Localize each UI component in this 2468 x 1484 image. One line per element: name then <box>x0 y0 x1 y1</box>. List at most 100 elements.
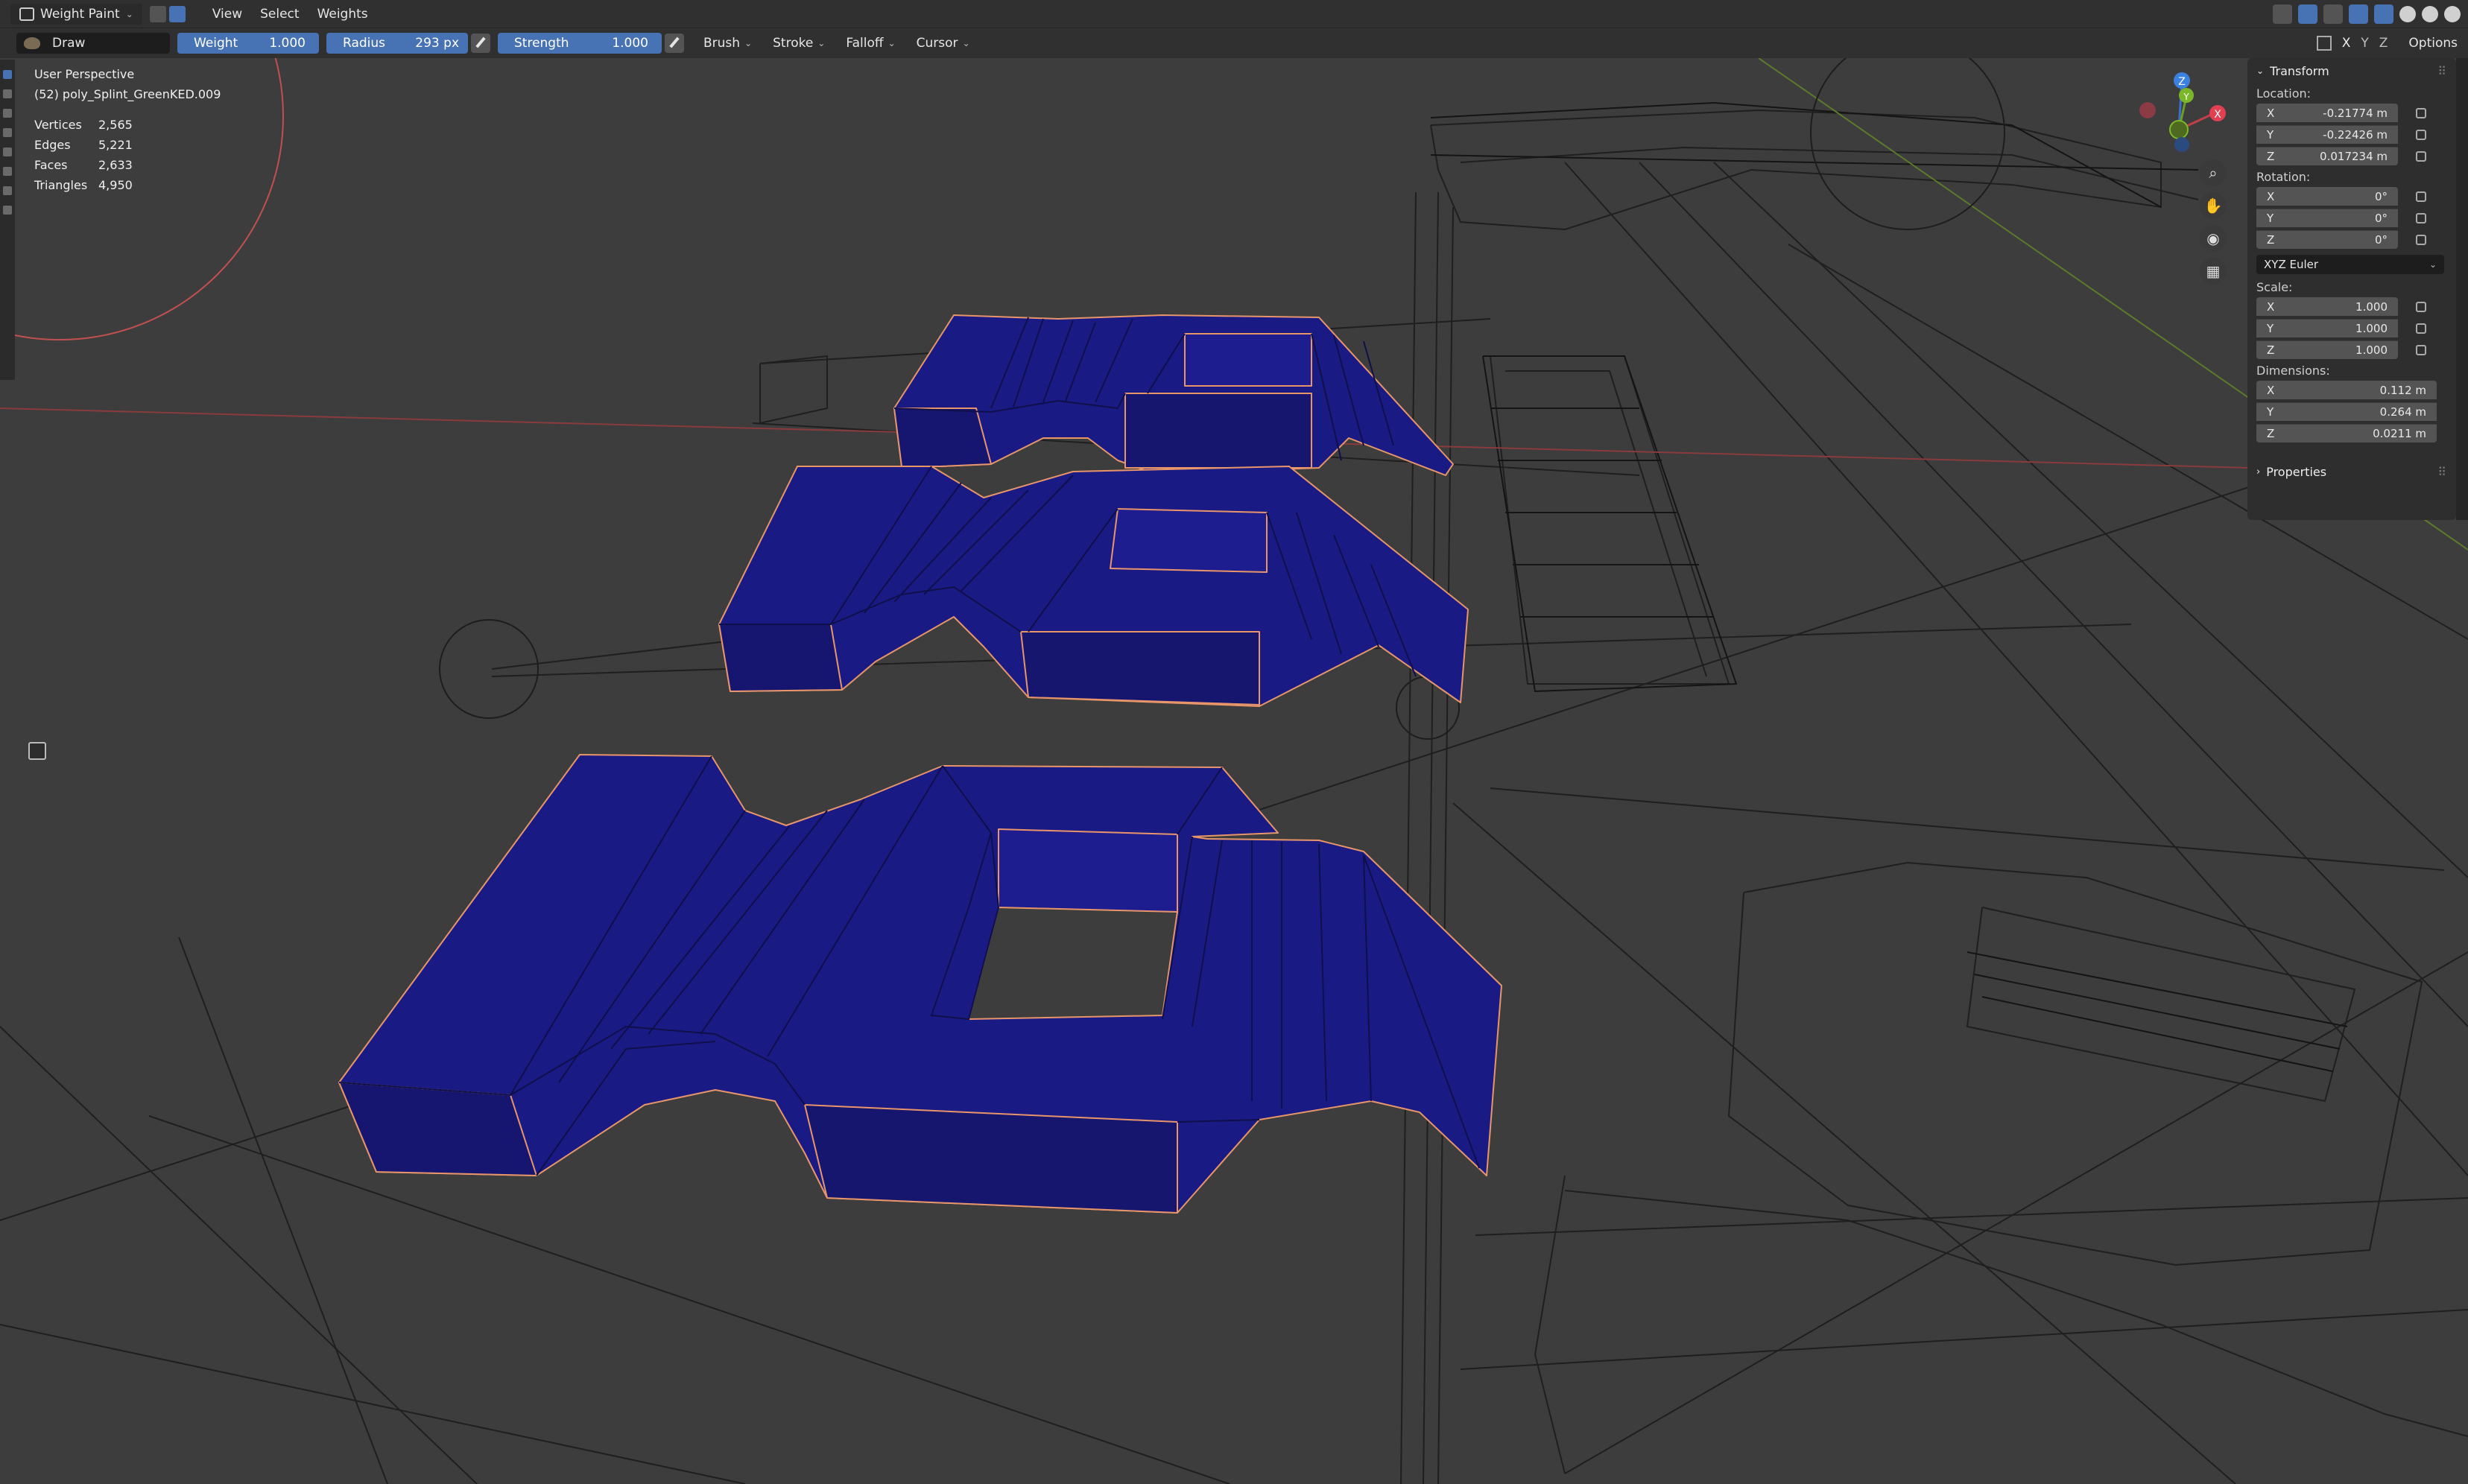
axis-label: Y <box>2267 405 2274 419</box>
wireframe-shading-icon[interactable] <box>2374 4 2393 24</box>
empty-object-circle <box>1810 58 2005 230</box>
drag-grip-icon[interactable]: ⠿ <box>2437 64 2447 78</box>
strength-field[interactable]: Strength 1.000 <box>498 33 662 54</box>
symmetry-icon[interactable] <box>2316 36 2332 51</box>
annotate-tool-icon[interactable] <box>3 206 12 215</box>
blur-tool-icon[interactable] <box>3 89 12 98</box>
weight-field[interactable]: Weight 1.000 <box>177 33 319 54</box>
menu-weights[interactable]: Weights <box>308 7 377 22</box>
scale-x[interactable]: X 1.000 <box>2247 296 2456 317</box>
location-x[interactable]: X -0.21774 m <box>2247 102 2456 124</box>
transform-panel-header[interactable]: ⌄ Transform ⠿ <box>2247 58 2456 83</box>
location-y[interactable]: Y -0.22426 m <box>2247 124 2456 145</box>
mesh-bottom[interactable] <box>338 754 1502 1214</box>
symmetry-z[interactable]: Z <box>2379 36 2388 51</box>
cursor-dropdown[interactable]: Cursor ⌄ <box>906 36 981 51</box>
radius-pressure-icon[interactable] <box>471 34 490 53</box>
rendered-shading-icon[interactable] <box>2444 6 2461 22</box>
brush-selector[interactable]: Draw <box>16 33 170 54</box>
properties-panel-header[interactable]: › Properties ⠿ <box>2247 459 2456 484</box>
asset-shelf-icon[interactable] <box>28 742 46 760</box>
stat-label: Triangles <box>34 178 88 192</box>
average-tool-icon[interactable] <box>3 109 12 118</box>
zoom-icon[interactable]: ⌕ <box>2200 159 2227 186</box>
visibility-icon[interactable] <box>2273 4 2292 24</box>
weight-paint-mode-icon <box>19 7 34 21</box>
stat-row: Edges 5,221 <box>34 135 133 155</box>
paint-mask-toggles <box>149 5 186 22</box>
material-shading-icon[interactable] <box>2422 6 2438 22</box>
brush-dropdown[interactable]: Brush ⌄ <box>693 36 762 51</box>
solid-shading-icon[interactable] <box>2399 6 2416 22</box>
falloff-dropdown[interactable]: Falloff ⌄ <box>835 36 905 51</box>
radius-field[interactable]: Radius 293 px <box>326 33 468 54</box>
menu-view[interactable]: View <box>203 7 251 22</box>
gizmo-neg-z[interactable] <box>2174 137 2189 152</box>
draw-tool-icon[interactable] <box>3 70 12 79</box>
gizmo-toggle-icon[interactable] <box>2298 4 2317 24</box>
overlay-toggle-icon[interactable] <box>2323 4 2343 24</box>
vertex-mask-toggle[interactable] <box>168 5 186 22</box>
lock-icon[interactable] <box>2416 191 2426 202</box>
mode-selector[interactable]: Weight Paint ⌄ <box>10 3 142 25</box>
gradient-tool-icon[interactable] <box>3 148 12 156</box>
lock-icon[interactable] <box>2416 234 2426 245</box>
sample-weight-icon[interactable] <box>3 167 12 176</box>
axis-label: X <box>2267 106 2275 120</box>
lock-icon[interactable] <box>2416 323 2426 334</box>
options-dropdown[interactable]: Options <box>2408 36 2458 51</box>
scale-y[interactable]: Y 1.000 <box>2247 317 2456 339</box>
lock-icon[interactable] <box>2416 344 2426 355</box>
scale-x-value: 1.000 <box>2355 299 2388 314</box>
dimension-z[interactable]: Z 0.0211 m <box>2247 422 2456 444</box>
menu-select[interactable]: Select <box>251 7 308 22</box>
mesh-bottom-hole <box>967 906 1179 1021</box>
face-mask-toggle[interactable] <box>149 5 166 22</box>
dimension-y[interactable]: Y 0.264 m <box>2247 401 2456 422</box>
lock-icon[interactable] <box>2416 301 2426 312</box>
rotation-x[interactable]: X 0° <box>2247 186 2456 207</box>
axis-label: X <box>2267 299 2275 314</box>
gizmo-neg-y[interactable] <box>2169 120 2189 139</box>
dimension-y-value: 0.264 m <box>2379 405 2426 419</box>
scale-z[interactable]: Z 1.000 <box>2247 339 2456 361</box>
viewport-header: Weight Paint ⌄ View Select Weights <box>0 0 2468 28</box>
location-z[interactable]: Z 0.017234 m <box>2247 145 2456 167</box>
stat-value: 2,633 <box>98 158 133 172</box>
sidebar-tabs[interactable] <box>2456 58 2468 520</box>
strength-pressure-icon[interactable] <box>665 34 684 53</box>
stat-label: Faces <box>34 158 68 172</box>
lock-icon[interactable] <box>2416 129 2426 140</box>
brush-icon <box>24 37 40 49</box>
stroke-dropdown[interactable]: Stroke ⌄ <box>762 36 835 51</box>
falloff-dropdown-label: Falloff <box>846 36 884 51</box>
smear-tool-icon[interactable] <box>3 128 12 137</box>
lock-icon[interactable] <box>2416 212 2426 223</box>
rotation-mode-value: XYZ Euler <box>2264 258 2319 271</box>
gizmo-neg-x[interactable] <box>2139 102 2156 118</box>
select-box-icon[interactable] <box>3 186 12 195</box>
lock-icon[interactable] <box>2416 150 2426 162</box>
rotation-mode-select[interactable]: XYZ Euler ⌄ <box>2256 255 2444 274</box>
axis-label: Z <box>2267 233 2275 247</box>
axis-label: X <box>2267 189 2275 203</box>
mesh-middle[interactable] <box>718 466 1469 707</box>
symmetry-x[interactable]: X <box>2342 36 2351 51</box>
mesh-top[interactable] <box>893 314 1454 476</box>
dimension-x[interactable]: X 0.112 m <box>2247 379 2456 401</box>
symmetry-y[interactable]: Y <box>2361 36 2368 51</box>
3d-viewport[interactable]: Z X Y <box>0 58 2468 1484</box>
drag-grip-icon[interactable]: ⠿ <box>2437 465 2447 479</box>
brush-dropdown-label: Brush <box>703 36 741 51</box>
pan-hand-icon[interactable]: ✋ <box>2200 192 2227 219</box>
camera-view-icon[interactable]: ◉ <box>2200 225 2227 252</box>
location-z-value: 0.017234 m <box>2320 150 2388 163</box>
stat-label: Edges <box>34 138 71 152</box>
perspective-toggle-icon[interactable]: ▦ <box>2200 258 2227 285</box>
rotation-z[interactable]: Z 0° <box>2247 229 2456 250</box>
gizmo-y-label: Y <box>2183 92 2189 102</box>
symmetry-options: X Y Z Options <box>2316 28 2468 58</box>
xray-toggle-icon[interactable] <box>2349 4 2368 24</box>
rotation-y[interactable]: Y 0° <box>2247 207 2456 229</box>
lock-icon[interactable] <box>2416 107 2426 118</box>
